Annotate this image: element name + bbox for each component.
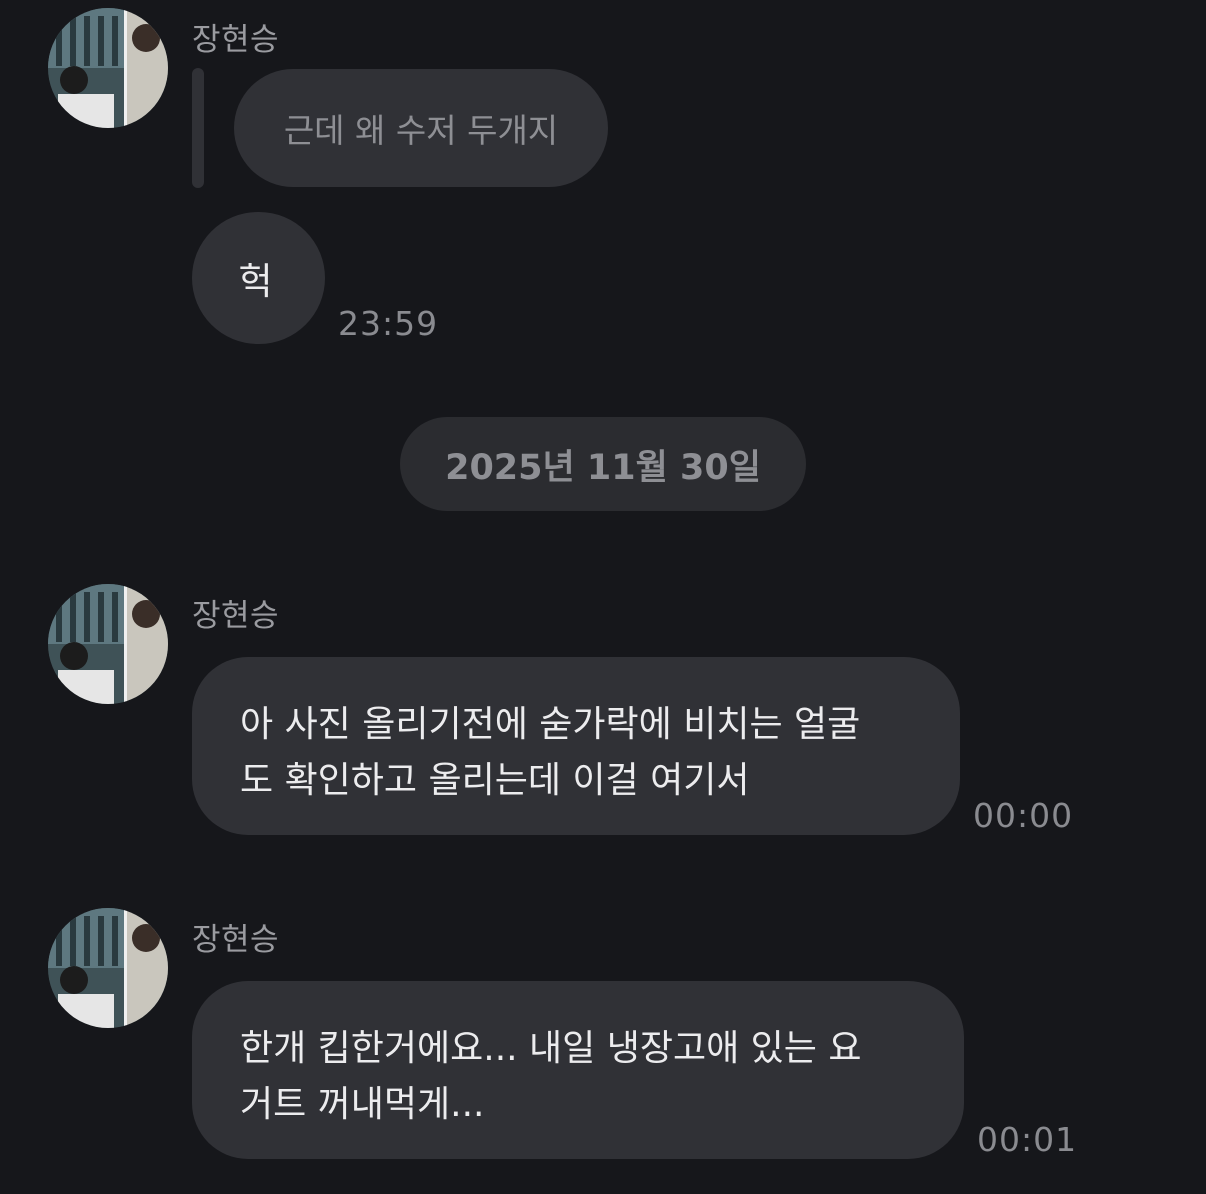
message-bubble[interactable]: 한개 킵한거에요... 내일 냉장고애 있는 요 거트 꺼내먹게... — [192, 981, 964, 1159]
date-divider: 2025년 11월 30일 — [400, 417, 806, 511]
avatar[interactable] — [48, 908, 168, 1028]
profile-photo-icon — [48, 584, 168, 704]
message-line: 아 사진 올리기전에 숟가락에 비치는 얼굴 — [240, 704, 861, 745]
message-bubble[interactable]: 아 사진 올리기전에 숟가락에 비치는 얼굴 도 확인하고 올리는데 이걸 여기… — [192, 657, 960, 835]
message-time: 00:01 — [977, 1120, 1078, 1159]
sender-name: 장현승 — [192, 598, 280, 634]
message-line: 거트 꺼내먹게... — [240, 1084, 485, 1125]
message-bubble[interactable]: 헉 — [192, 212, 325, 344]
profile-photo-icon — [48, 8, 168, 128]
message-line: 한개 킵한거에요... 내일 냉장고애 있는 요 — [240, 1028, 862, 1069]
avatar[interactable] — [48, 584, 168, 704]
reply-quote-bubble[interactable]: 근데 왜 수저 두개지 — [234, 69, 608, 187]
avatar[interactable] — [48, 8, 168, 128]
sender-name: 장현승 — [192, 22, 280, 58]
message-time: 23:59 — [338, 304, 439, 343]
sender-name: 장현승 — [192, 922, 280, 958]
message-line: 도 확인하고 올리는데 이걸 여기서 — [240, 760, 750, 801]
reply-quote-bar — [192, 68, 204, 188]
message-time: 00:00 — [973, 796, 1074, 835]
profile-photo-icon — [48, 908, 168, 1028]
